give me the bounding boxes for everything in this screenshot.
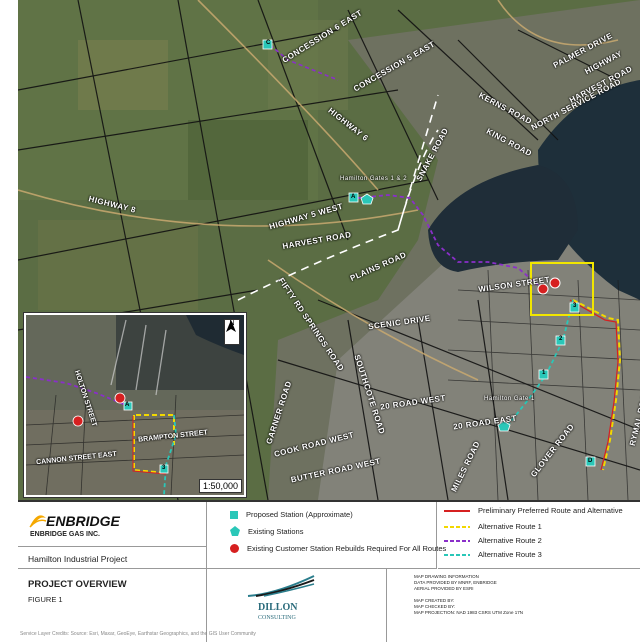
page: C A D 3 2 1 Hamilton Gates 1 & 2 Hamilto…	[0, 0, 640, 642]
info-line: MAP PROJECTION: NAD 1983 CSRS UTM Zone 1…	[414, 610, 523, 615]
station-label-gates: Hamilton Gates 1 & 2	[340, 176, 408, 182]
company-subtitle: ENBRIDGE GAS INC.	[30, 531, 101, 538]
legend-label: Existing Stations	[248, 526, 304, 536]
legend-item-existing-station: Existing Stations	[230, 526, 303, 536]
inset-customer-station-red-dot[interactable]	[114, 392, 126, 404]
consultant-name: DILLON	[258, 602, 298, 613]
company-name: ENBRIDGE	[46, 513, 120, 529]
inset-map[interactable]: A 3 BRAMPTON STREET CANNON STREET EAST H…	[24, 313, 246, 497]
inset-canvas	[26, 315, 244, 495]
marker-a: A	[351, 194, 356, 200]
yellow-dashed-line-icon	[444, 525, 470, 528]
inset-marker-a: A	[125, 402, 130, 408]
dillon-logo-icon	[247, 575, 315, 597]
legend-route-preferred: Preliminary Preferred Route and Alternat…	[444, 506, 623, 515]
legend-route-2: Alternative Route 2	[444, 536, 542, 545]
customer-station-red-dot[interactable]	[549, 277, 561, 289]
figure-label: FIGURE 1	[28, 595, 63, 604]
station-label-gate-1: Hamilton Gate 1	[484, 396, 535, 402]
marker-3: 3	[573, 303, 577, 309]
info-line: MAP CHECKED BY:	[414, 604, 456, 609]
customer-station-red-dot[interactable]	[537, 283, 549, 295]
marker-2: 2	[559, 336, 563, 342]
info-line: MAP CREATED BY:	[414, 598, 455, 603]
marker-1: 1	[542, 370, 546, 376]
footer-credits: Service Layer Credits: Source: Esri, Max…	[20, 631, 256, 637]
north-arrow-icon	[226, 320, 236, 332]
marker-d: D	[588, 458, 593, 464]
legend-route-1: Alternative Route 1	[444, 522, 542, 531]
teal-dashed-line-icon	[444, 553, 470, 556]
red-line-icon	[444, 509, 470, 512]
inset-marker-3: 3	[162, 465, 166, 471]
legend-panel: ENBRIDGE ENBRIDGE GAS INC. Hamilton Indu…	[18, 500, 640, 642]
legend-label: Alternative Route 3	[478, 550, 542, 559]
red-dot-icon	[230, 544, 239, 553]
north-arrow-icon: N	[224, 319, 240, 345]
map-info: MAP DRAWING INFORMATION DATA PROVIDED BY…	[390, 572, 640, 638]
route-legend: Preliminary Preferred Route and Alternat…	[438, 502, 640, 569]
teal-square-icon	[230, 510, 238, 519]
legend-label: Alternative Route 1	[478, 522, 542, 531]
consultant-subtitle: CONSULTING	[258, 615, 296, 621]
title-block: ENBRIDGE ENBRIDGE GAS INC. Hamilton Indu…	[18, 502, 207, 642]
enbridge-logo-icon	[29, 515, 47, 528]
info-line: MAP DRAWING INFORMATION	[414, 574, 479, 579]
project-name: Hamilton Industrial Project	[28, 554, 128, 564]
scale-label: 1:50,000	[198, 479, 242, 493]
legend-label: Alternative Route 2	[478, 536, 542, 545]
info-line: DATA PROVIDED BY MNRF, ENBRIDGE	[414, 580, 497, 585]
teal-pentagon-icon	[230, 526, 240, 536]
legend-label: Preliminary Preferred Route and Alternat…	[478, 506, 623, 515]
info-line: AERIAL PROVIDED BY ESRI	[414, 586, 474, 591]
legend-item-proposed-station: Proposed Station (Approximate)	[230, 510, 353, 519]
marker-c: C	[266, 40, 271, 46]
legend-label: Existing Customer Station Rebuilds Requi…	[247, 544, 447, 553]
symbol-legend: Proposed Station (Approximate) Existing …	[206, 502, 446, 569]
page-title: PROJECT OVERVIEW	[28, 579, 127, 590]
legend-route-3: Alternative Route 3	[444, 550, 542, 559]
legend-item-customer-station: Existing Customer Station Rebuilds Requi…	[230, 544, 446, 553]
legend-label: Proposed Station (Approximate)	[246, 510, 353, 519]
inset-customer-station-red-dot[interactable]	[72, 415, 84, 427]
purple-dashed-line-icon	[444, 539, 470, 542]
